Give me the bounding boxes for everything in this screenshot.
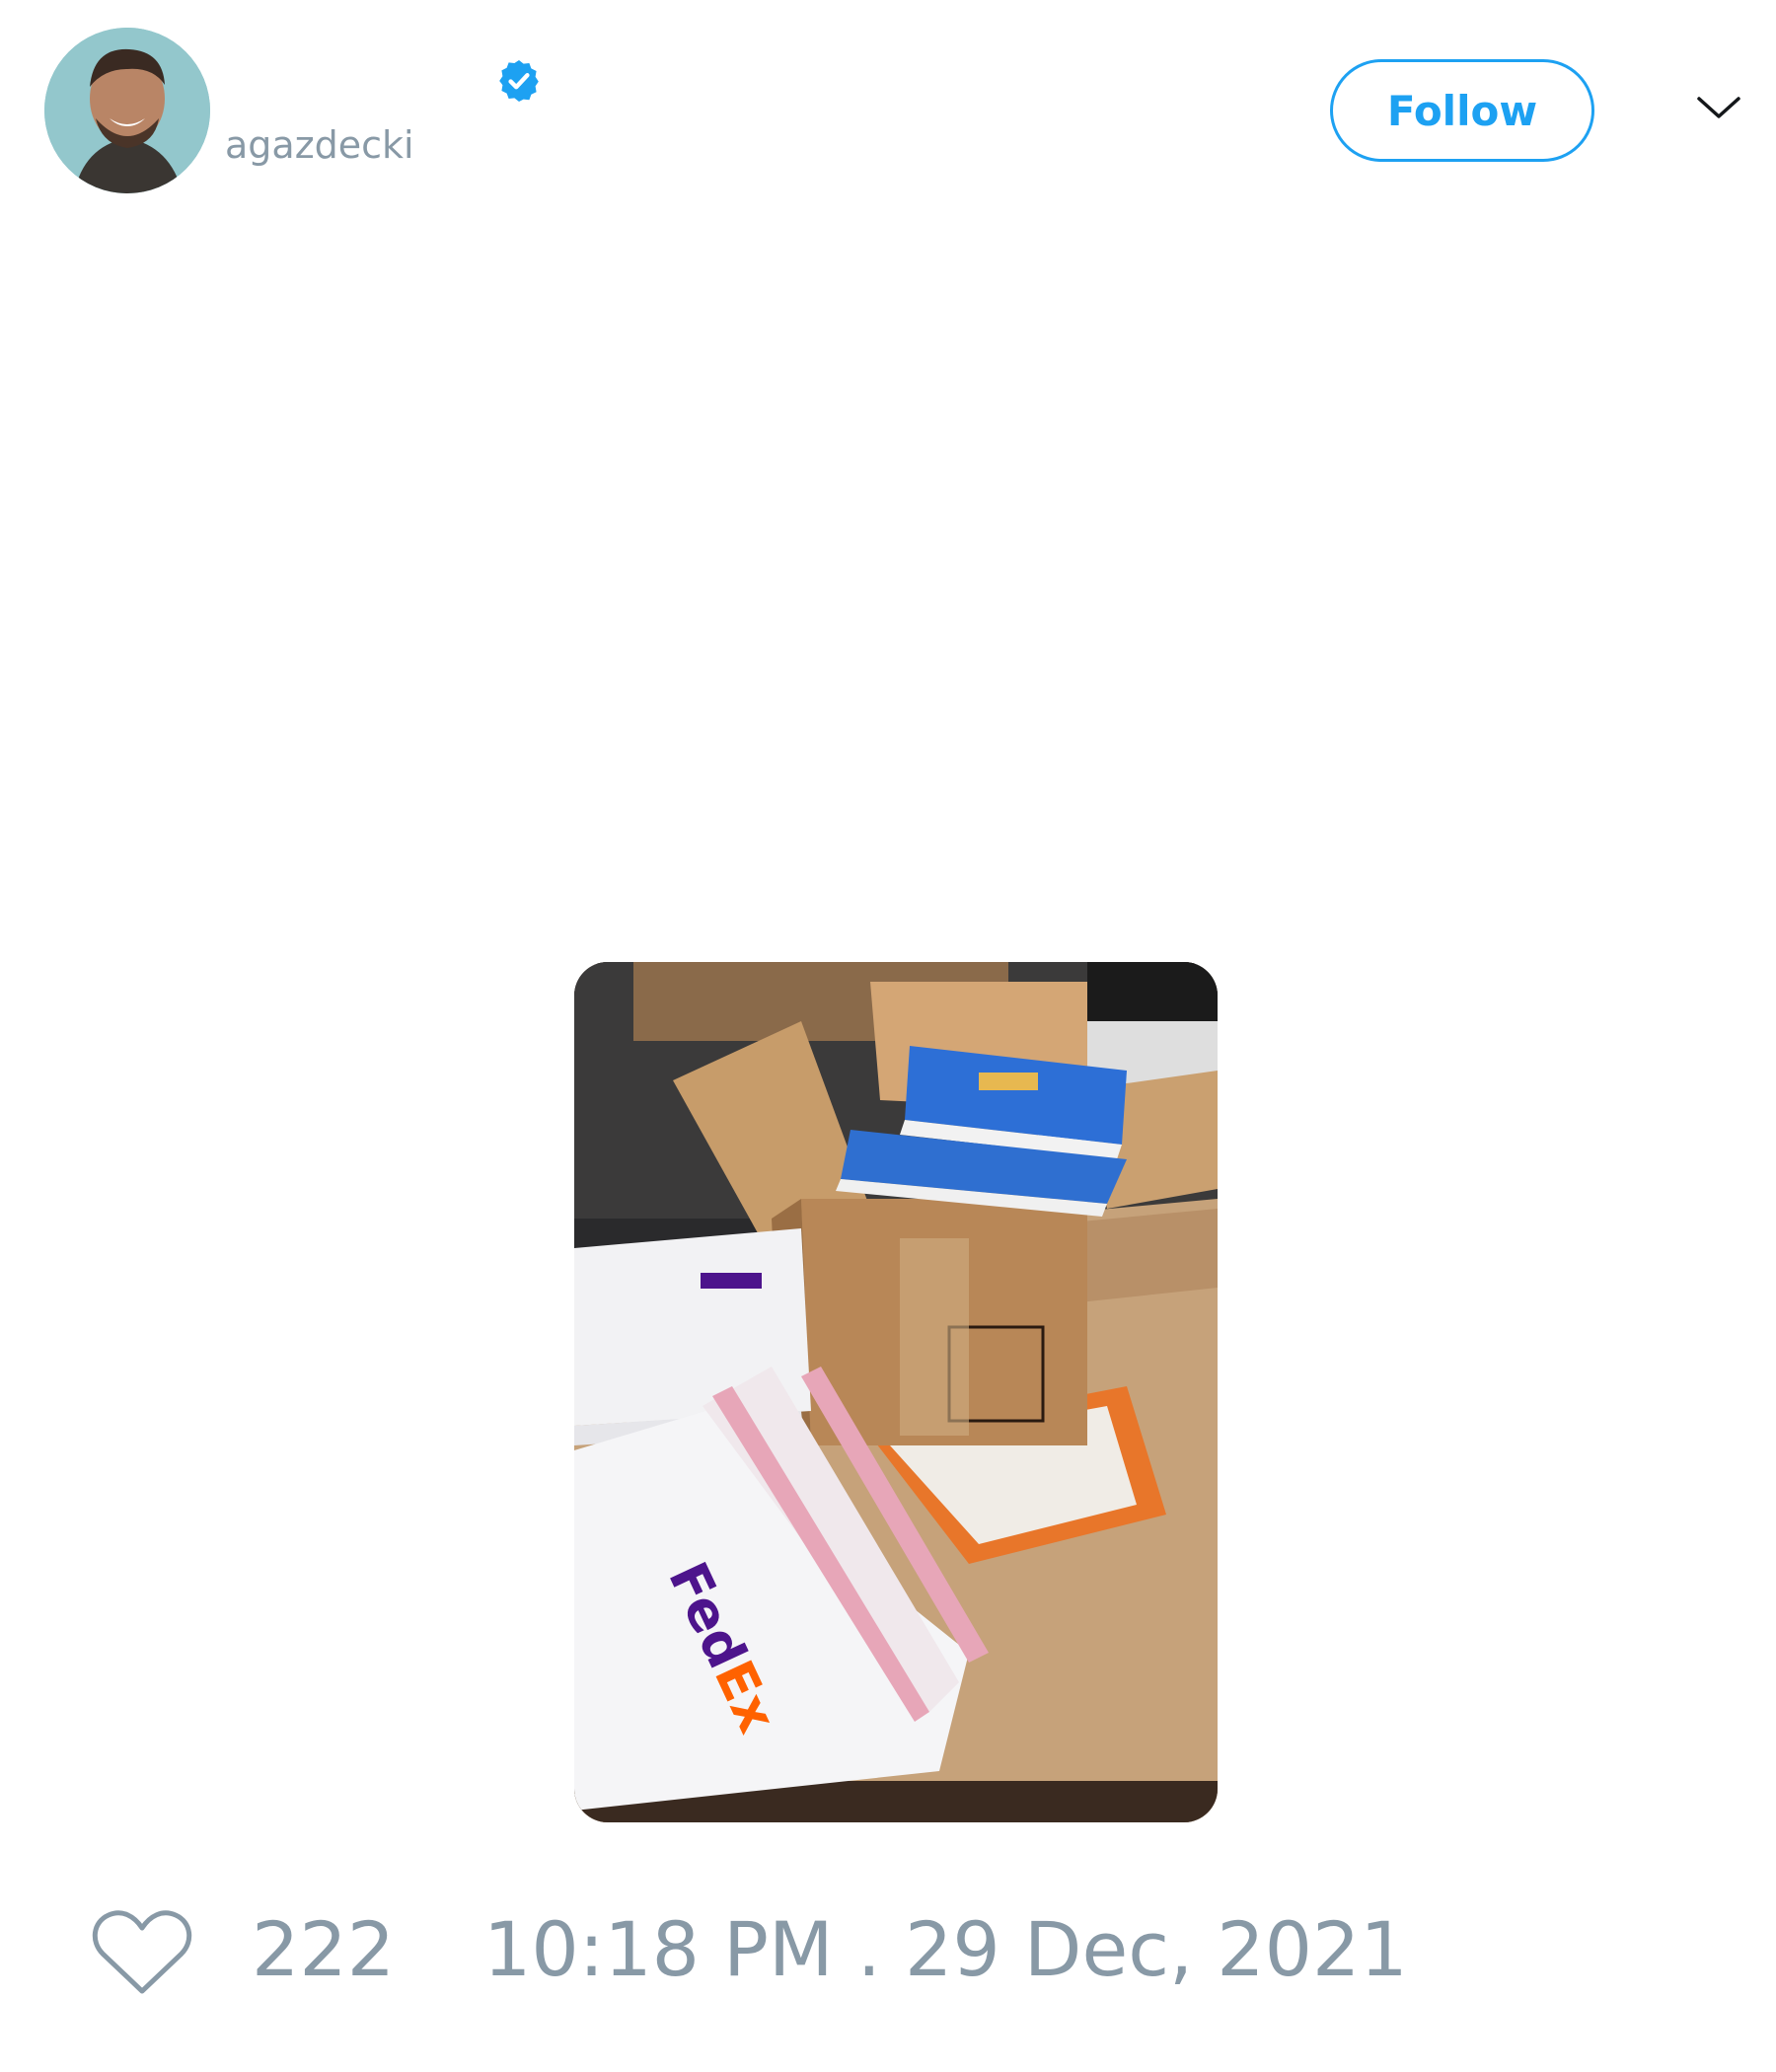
chevron-down-icon[interactable] [1695, 91, 1742, 124]
heart-icon[interactable] [89, 1902, 195, 2001]
avatar[interactable] [44, 28, 210, 193]
verified-badge-icon [499, 60, 539, 102]
author-handle[interactable]: agazdecki [225, 126, 414, 164]
follow-button[interactable]: Follow [1330, 59, 1594, 162]
tweet-photo[interactable]: FedEx [574, 962, 1218, 1822]
like-count: 222 [252, 1905, 396, 1993]
tweet-timestamp[interactable]: 10:18 PM . 29 Dec, 2021 [483, 1912, 1408, 1987]
